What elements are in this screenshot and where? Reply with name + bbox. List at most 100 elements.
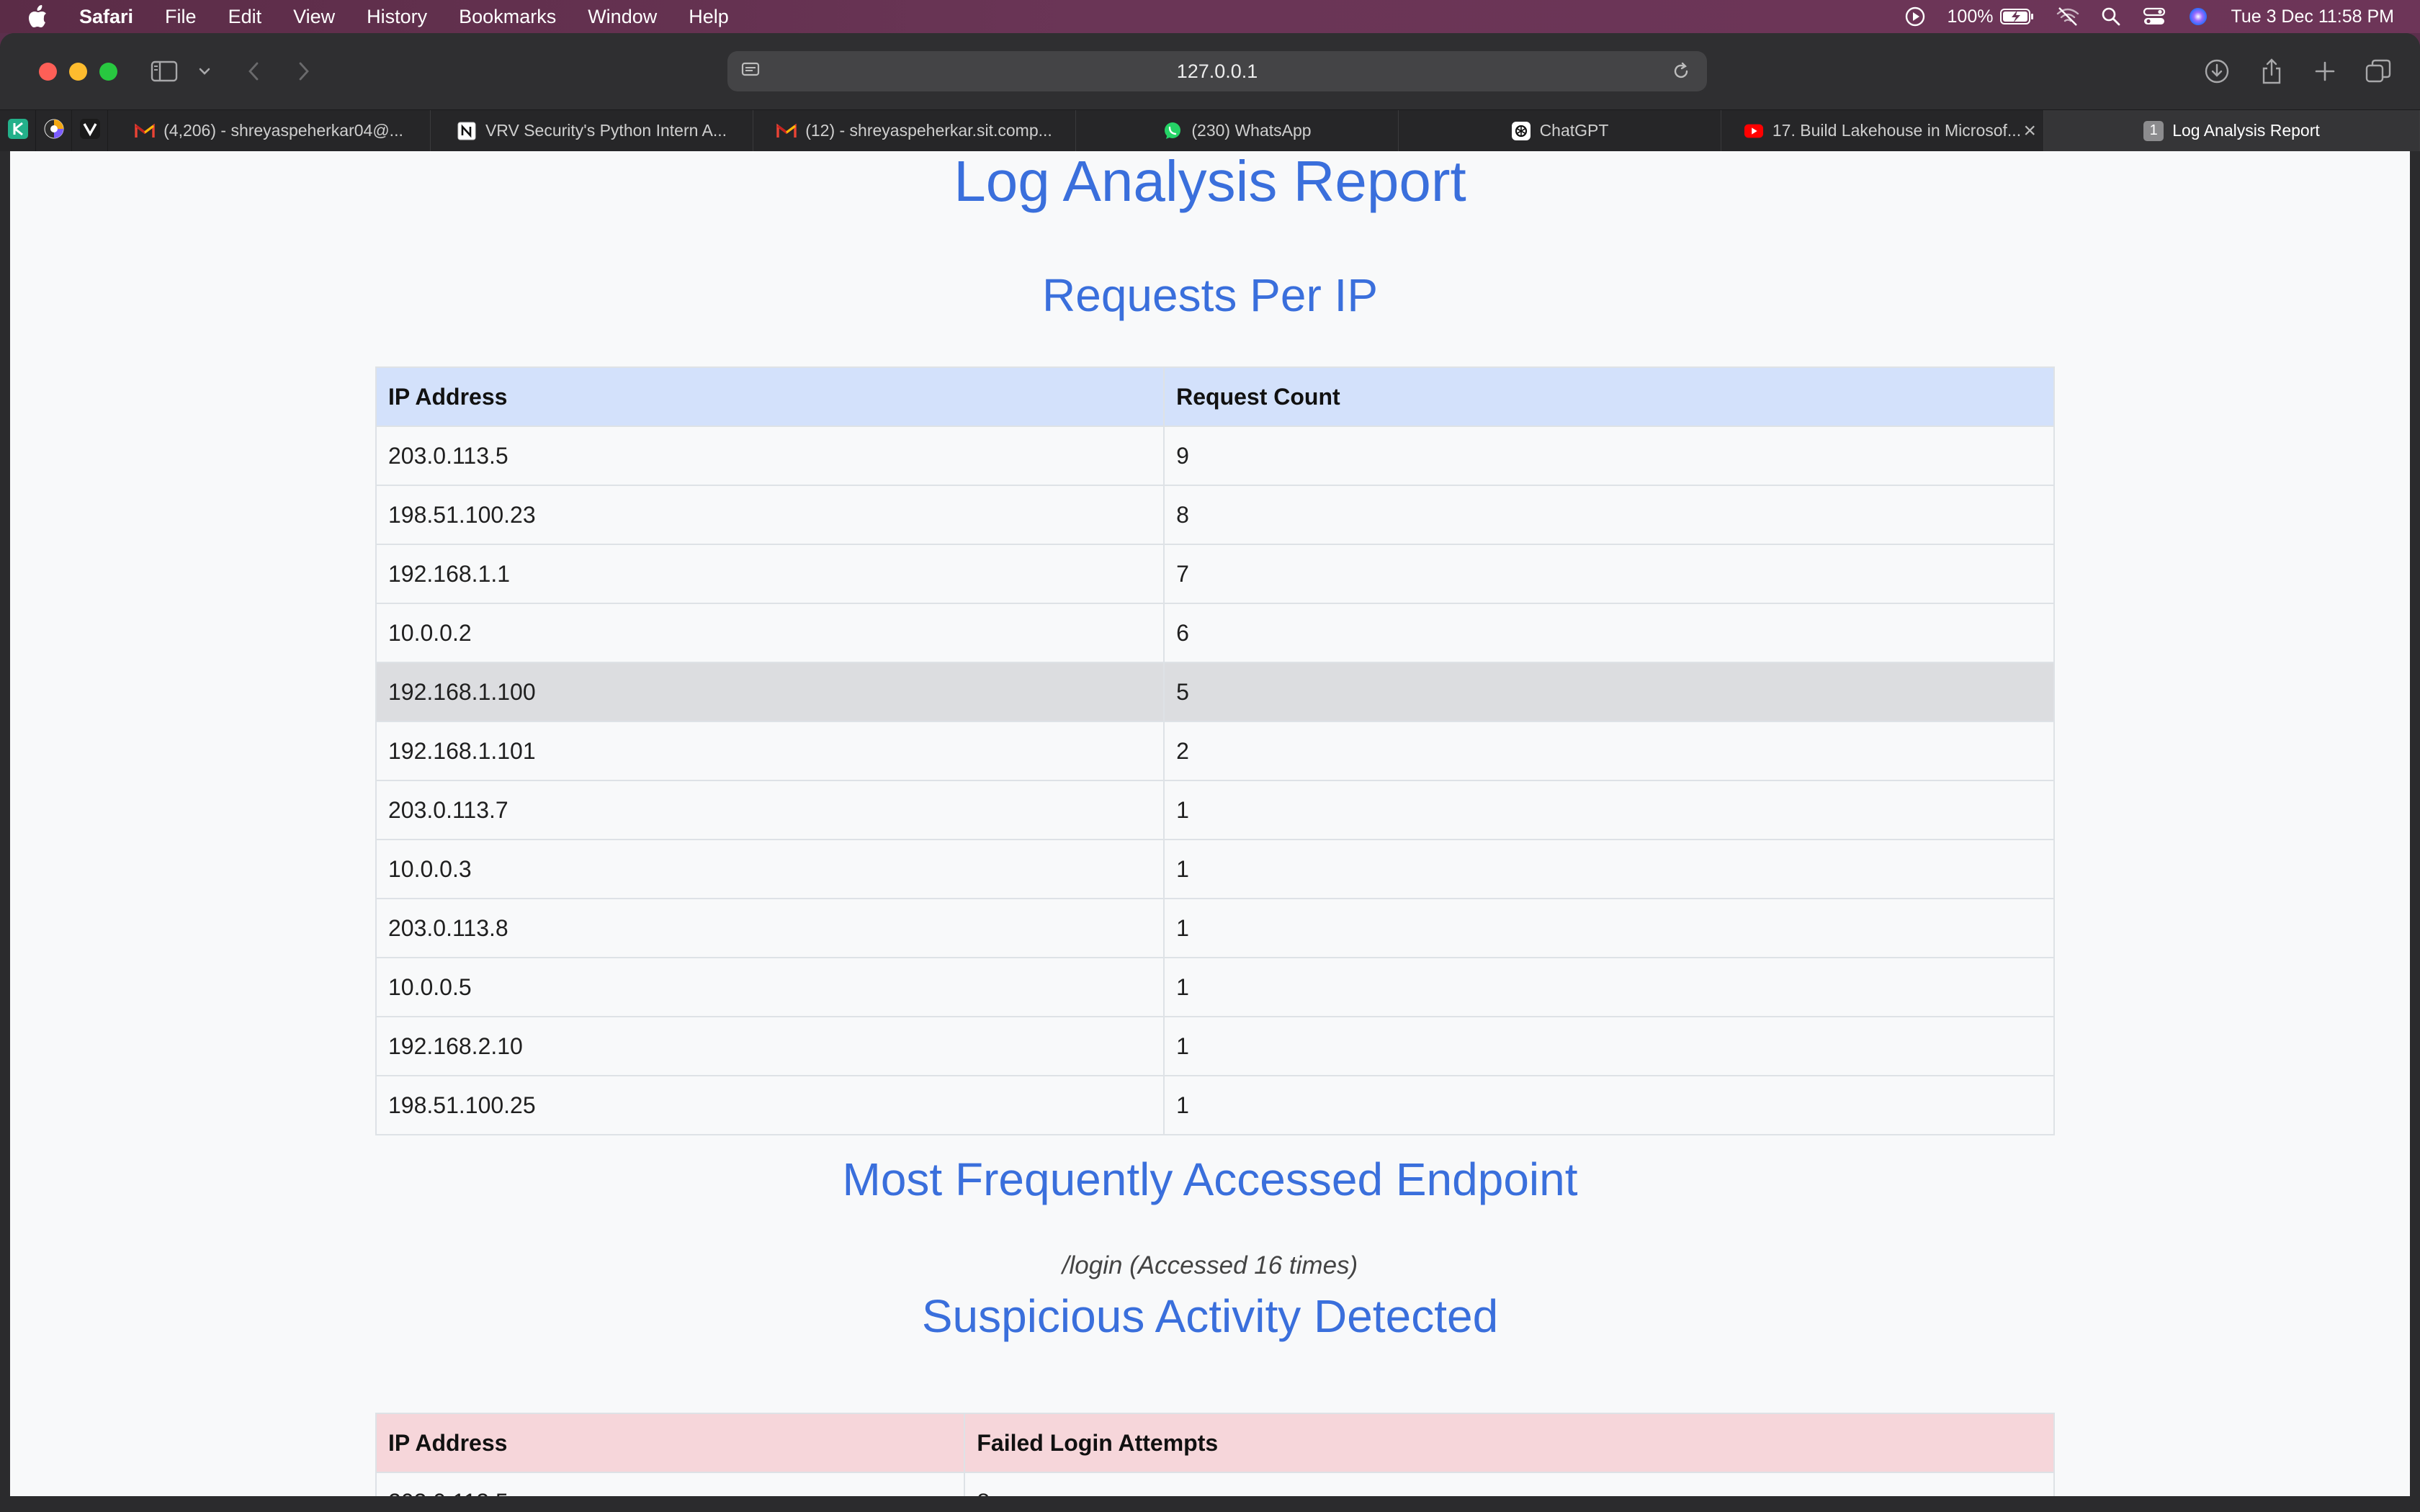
suspicious-heading: Suspicious Activity Detected	[921, 1290, 1499, 1342]
cell-count: 1	[1163, 957, 2055, 1017]
tab-bar: (4,206) - shreyaspeherkar04@... VRV Secu…	[0, 109, 2420, 151]
cell-ip-address: 192.168.2.10	[375, 1016, 1165, 1076]
requests-table: IP Address Request Count 203.0.113.5 9 198…	[375, 366, 2055, 1135]
share-icon[interactable]	[2257, 55, 2286, 88]
menu-window[interactable]: Window	[588, 6, 657, 28]
cell-count: 1	[1163, 898, 2055, 958]
menu-edit[interactable]: Edit	[228, 6, 262, 28]
menu-history[interactable]: History	[367, 6, 427, 28]
endpoint-result: /login (Accessed 16 times)	[1062, 1251, 1358, 1279]
sidebar-toggle-icon[interactable]	[150, 55, 179, 88]
table-row: 10.0.0.2 6	[375, 603, 2055, 663]
battery-charging-icon[interactable]	[2000, 8, 2035, 25]
address-bar[interactable]: 127.0.0.1	[727, 51, 1707, 91]
pinned-circle-icon	[43, 118, 65, 143]
table-row: 203.0.113.8 1	[375, 898, 2055, 958]
menubar-status-area: 100% Tue 3 Dec 11:58 PM	[1883, 0, 2394, 33]
zoom-window-button[interactable]	[99, 62, 117, 81]
url-text[interactable]: 127.0.0.1	[1177, 60, 1258, 83]
downloads-icon[interactable]	[2202, 55, 2231, 88]
menu-app-safari[interactable]: Safari	[79, 6, 133, 28]
back-icon[interactable]	[242, 55, 265, 88]
tab-chatgpt[interactable]: ChatGPT	[1399, 110, 1721, 151]
window-bottom-edge	[0, 1496, 2420, 1512]
page-title: Log Analysis Report	[954, 151, 1466, 213]
cell-ip-address: 192.168.1.101	[375, 721, 1165, 781]
table-row: 203.0.113.5 9	[375, 426, 2055, 486]
cell-count: 1	[1163, 1075, 2055, 1135]
tab-log-analysis-report[interactable]: 1 Log Analysis Report	[2044, 110, 2420, 151]
table-row: 192.168.2.10 1	[375, 1016, 2055, 1076]
gmail-icon	[776, 121, 797, 141]
table-row: 192.168.1.100 5	[375, 662, 2055, 722]
tab-title: ChatGPT	[1539, 121, 1609, 140]
now-playing-icon[interactable]	[1904, 6, 1926, 27]
endpoint-heading: Most Frequently Accessed Endpoint	[842, 1153, 1578, 1205]
page-menu-icon[interactable]	[738, 58, 766, 84]
chevron-down-icon[interactable]	[196, 55, 213, 88]
gmail-icon	[135, 121, 155, 141]
search-icon[interactable]	[2101, 6, 2121, 27]
battery-percent: 100%	[1947, 6, 1994, 27]
notion-icon	[457, 121, 477, 141]
cell-ip-address: 203.0.113.8	[375, 898, 1165, 958]
wifi-off-icon[interactable]	[2056, 6, 2079, 27]
active-tab-badge: 1	[2149, 122, 2158, 138]
column-header-failed-logins: Failed Login Attempts	[964, 1413, 2055, 1473]
tab-notion[interactable]: VRV Security's Python Intern A...	[431, 110, 753, 151]
cell-ip-address: 198.51.100.25	[375, 1075, 1165, 1135]
requests-table-body: 203.0.113.5 9 198.51.100.23 8 192.168.1.1 7 10…	[375, 426, 2055, 1135]
menu-view[interactable]: View	[293, 6, 335, 28]
tab-title: (4,206) - shreyaspeherkar04@...	[163, 121, 403, 140]
web-page-viewport[interactable]: Log Analysis Report Requests Per IP IP A…	[10, 151, 2410, 1512]
pinned-v-icon	[79, 118, 101, 143]
forward-icon[interactable]	[292, 55, 315, 88]
minimize-window-button[interactable]	[69, 62, 87, 81]
table-row: 198.51.100.23 8	[375, 485, 2055, 545]
column-header-ip: IP Address	[375, 1413, 966, 1473]
control-center-icon[interactable]	[2143, 6, 2166, 27]
whatsapp-icon	[1162, 121, 1183, 141]
pinned-tab-k[interactable]	[0, 110, 36, 151]
cell-count: 1	[1163, 780, 2055, 840]
pinned-tab-v[interactable]	[72, 110, 108, 151]
cell-count: 9	[1163, 426, 2055, 486]
safari-window: 127.0.0.1 (4,206) - shreyaspeherkar04@..…	[0, 33, 2420, 1512]
table-row: 192.168.1.101 2	[375, 721, 2055, 781]
column-header-count: Request Count	[1163, 366, 2055, 427]
tab-title: (12) - shreyaspeherkar.sit.comp...	[805, 121, 1052, 140]
menu-help[interactable]: Help	[689, 6, 729, 28]
cell-ip-address: 10.0.0.2	[375, 603, 1165, 663]
cell-ip-address: 198.51.100.23	[375, 485, 1165, 545]
table-header-row: IP Address Request Count	[375, 366, 2055, 427]
siri-icon[interactable]	[2187, 6, 2209, 27]
cell-ip-address: 203.0.113.5	[375, 426, 1165, 486]
pinned-k-icon	[7, 118, 29, 143]
apple-icon[interactable]	[27, 4, 50, 30]
requests-heading: Requests Per IP	[1042, 269, 1378, 321]
tab-gmail-2[interactable]: (12) - shreyaspeherkar.sit.comp...	[753, 110, 1076, 151]
menubar-clock[interactable]: Tue 3 Dec 11:58 PM	[2231, 6, 2394, 27]
page-icon: 1	[2143, 120, 2164, 141]
tab-overview-icon[interactable]	[2364, 55, 2393, 88]
new-tab-icon[interactable]	[2311, 55, 2339, 88]
column-header-ip: IP Address	[375, 366, 1165, 427]
menu-file[interactable]: File	[165, 6, 197, 28]
tab-youtube[interactable]: × 17. Build Lakehouse in Microsof...	[1721, 110, 2044, 151]
close-tab-icon[interactable]: ×	[2023, 119, 2036, 143]
table-header-row: IP Address Failed Login Attempts	[375, 1413, 2055, 1473]
close-window-button[interactable]	[39, 62, 57, 81]
table-row: 203.0.113.7 1	[375, 780, 2055, 840]
tab-whatsapp[interactable]: (230) WhatsApp	[1076, 110, 1399, 151]
tab-title: (230) WhatsApp	[1191, 121, 1312, 140]
cell-count: 8	[1163, 485, 2055, 545]
safari-toolbar: 127.0.0.1	[0, 33, 2420, 109]
macos-menu-bar: Safari File Edit View History Bookmarks …	[0, 0, 2420, 33]
reload-icon[interactable]	[1668, 58, 1694, 84]
pinned-tab-circle[interactable]	[36, 110, 72, 151]
cell-ip-address: 192.168.1.100	[375, 662, 1165, 722]
tab-title: VRV Security's Python Intern A...	[485, 121, 727, 140]
cell-ip-address: 10.0.0.5	[375, 957, 1165, 1017]
tab-gmail-1[interactable]: (4,206) - shreyaspeherkar04@...	[108, 110, 431, 151]
menu-bookmarks[interactable]: Bookmarks	[459, 6, 556, 28]
